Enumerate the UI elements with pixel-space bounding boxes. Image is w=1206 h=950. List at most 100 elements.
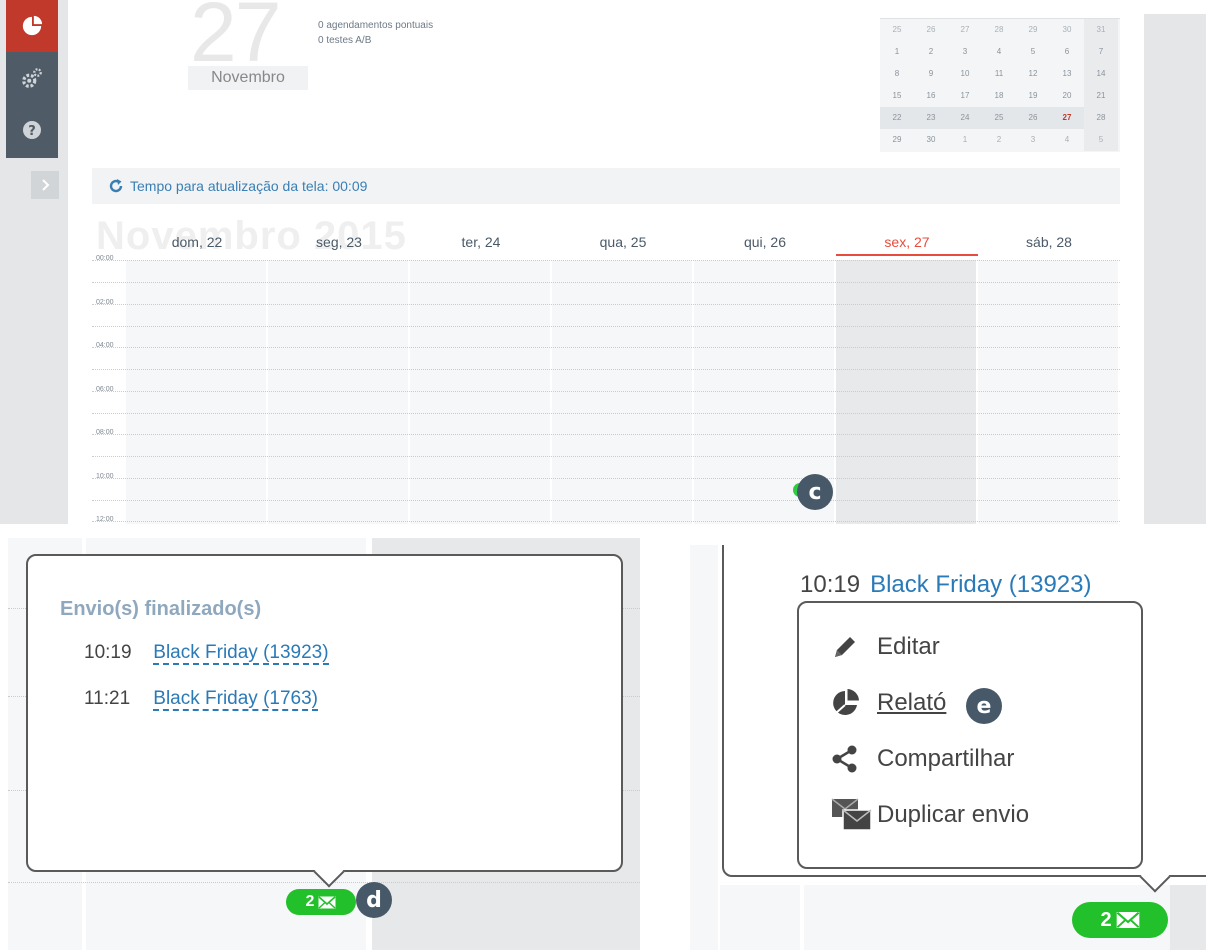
mini-calendar-day[interactable]: 19 (1016, 85, 1050, 107)
mini-calendar-day[interactable]: 28 (1084, 107, 1118, 129)
send-link[interactable]: Black Friday (13923) (870, 571, 1091, 598)
mini-calendar-day[interactable]: 8 (880, 63, 914, 85)
grid-line (92, 260, 1120, 261)
mini-calendar-day[interactable]: 25 (982, 107, 1016, 129)
day-header[interactable]: dom, 22 (126, 232, 268, 256)
menu-item-edit[interactable]: Editar (831, 627, 940, 667)
day-column[interactable] (836, 260, 978, 524)
mini-calendar-day[interactable]: 2 (982, 129, 1016, 151)
mini-calendar-day[interactable]: 23 (914, 107, 948, 129)
mini-calendar-day[interactable]: 26 (1016, 107, 1050, 129)
menu-item-report[interactable]: Relató (831, 683, 946, 723)
mini-calendar-day[interactable]: 4 (1050, 129, 1084, 151)
menu-item-duplicate[interactable]: Duplicar envio (831, 795, 1029, 835)
mini-calendar-day[interactable]: 3 (948, 41, 982, 63)
day-column[interactable] (552, 260, 694, 524)
mini-calendar-day[interactable]: 1 (880, 41, 914, 63)
popover-title: Envio(s) finalizado(s) (60, 598, 262, 620)
summary-ab-tests: 0 testes A/B (318, 35, 372, 46)
menu-item-share[interactable]: Compartilhar (831, 739, 1014, 779)
mini-calendar-day[interactable]: 10 (948, 63, 982, 85)
mini-calendar-day[interactable]: 17 (948, 85, 982, 107)
mini-calendar-day[interactable]: 15 (880, 85, 914, 107)
sidebar-expand-button[interactable] (31, 171, 59, 199)
day-header[interactable]: qua, 25 (552, 232, 694, 256)
mini-calendar-day[interactable]: 22 (880, 107, 914, 129)
mini-calendar-day[interactable]: 30 (914, 129, 948, 151)
menu-item-label: Editar (877, 633, 940, 660)
day-header[interactable]: sáb, 28 (978, 232, 1120, 256)
mini-calendar-day[interactable]: 21 (1084, 85, 1118, 107)
refresh-countdown: Tempo para atualização da tela: 00:09 (130, 178, 368, 194)
callout-e: e (966, 688, 1002, 724)
mini-calendar-week: 1234567 (880, 41, 1120, 63)
mini-calendar-day[interactable]: 27 (948, 19, 982, 41)
grid-line (92, 434, 1120, 435)
mini-calendar-day[interactable]: 25 (880, 19, 914, 41)
badge-count: 2 (305, 893, 315, 910)
svg-text:?: ? (28, 124, 36, 139)
grid-line (92, 303, 1120, 305)
sends-count-badge[interactable]: 2 (1072, 902, 1168, 938)
gears-icon (22, 68, 42, 88)
week-grid: 00:00 02:00 04:00 06:00 08:00 10:00 12:00 (92, 255, 1120, 524)
mini-calendar-day[interactable]: 26 (914, 19, 948, 41)
mini-calendar-day[interactable]: 13 (1050, 63, 1084, 85)
sends-count-badge[interactable]: 2 (286, 889, 356, 915)
sidebar-item-settings[interactable] (6, 52, 58, 104)
mini-calendar-day[interactable]: 11 (982, 63, 1016, 85)
mini-calendar-day[interactable]: 6 (1050, 41, 1084, 63)
current-day-number: 27 (190, 0, 281, 79)
mini-calendar-day[interactable]: 3 (1016, 129, 1050, 151)
mini-calendar-day[interactable]: 7 (1084, 41, 1118, 63)
right-gutter (1144, 14, 1206, 524)
mini-calendar-day[interactable]: 28 (982, 19, 1016, 41)
day-column[interactable] (268, 260, 410, 524)
week-day-headers: dom, 22 seg, 23 ter, 24 qua, 25 qui, 26 sex, … (126, 232, 1120, 256)
day-header[interactable]: seg, 23 (268, 232, 410, 256)
mini-calendar-day[interactable]: 24 (948, 107, 982, 129)
finished-sends-popover: Envio(s) finalizado(s) 10:19 Black Frida… (26, 554, 623, 888)
grid-line (92, 521, 1120, 522)
app-logo[interactable] (6, 0, 58, 52)
grid-line (92, 390, 1120, 392)
mini-calendar-day[interactable]: 18 (982, 85, 1016, 107)
grid-line (92, 456, 1120, 457)
grid-line (92, 499, 1120, 501)
mini-calendar-day[interactable]: 12 (1016, 63, 1050, 85)
mini-calendar-day[interactable]: 5 (1016, 41, 1050, 63)
sidebar-item-help[interactable]: ? (6, 104, 58, 156)
sends-popover-zoom: Envio(s) finalizado(s) 10:19 Black Frida… (8, 538, 640, 950)
send-list-item: 10:19 Black Friday (13923) (800, 571, 1092, 599)
mini-calendar-day[interactable]: 27 (1050, 107, 1084, 129)
mini-calendar-day[interactable]: 1 (948, 129, 982, 151)
send-link[interactable]: Black Friday (13923) (153, 642, 329, 665)
mini-calendar-day[interactable]: 5 (1084, 129, 1118, 151)
day-column[interactable] (126, 260, 268, 524)
grid-line (92, 282, 1120, 283)
schedule-summary: 0 agendamentos pontuais 0 testes A/B (318, 18, 433, 48)
grid-col-bg (720, 885, 800, 950)
send-link[interactable]: Black Friday (1763) (153, 688, 319, 711)
mini-calendar-day[interactable]: 16 (914, 85, 948, 107)
day-header[interactable]: qui, 26 (694, 232, 836, 256)
mini-calendar-week: 25 26 27 28 29 30 31 (880, 19, 1120, 41)
send-list-item: 10:19 Black Friday (13923) (84, 642, 329, 665)
mini-calendar-day[interactable]: 14 (1084, 63, 1118, 85)
mini-calendar-day[interactable]: 4 (982, 41, 1016, 63)
mini-calendar-day[interactable]: 30 (1050, 19, 1084, 41)
day-header[interactable]: sex, 27 (836, 232, 978, 256)
mini-calendar-day[interactable]: 29 (1016, 19, 1050, 41)
refresh-icon[interactable] (108, 178, 124, 194)
day-header[interactable]: ter, 24 (410, 232, 552, 256)
day-column[interactable] (410, 260, 552, 524)
mini-calendar-day[interactable]: 20 (1050, 85, 1084, 107)
grid-line (92, 412, 1120, 414)
mini-calendar-day[interactable]: 31 (1084, 19, 1118, 41)
mini-calendar-day[interactable]: 2 (914, 41, 948, 63)
day-column[interactable] (978, 260, 1120, 524)
duplicate-envelope-icon (831, 795, 877, 835)
mini-calendar-day[interactable]: 29 (880, 129, 914, 151)
mini-calendar: 25 26 27 28 29 30 31 1 2 3 4 5 6 7 8 9 10 11 12 13 14 15 16 17 1… (880, 18, 1120, 152)
mini-calendar-day[interactable]: 9 (914, 63, 948, 85)
